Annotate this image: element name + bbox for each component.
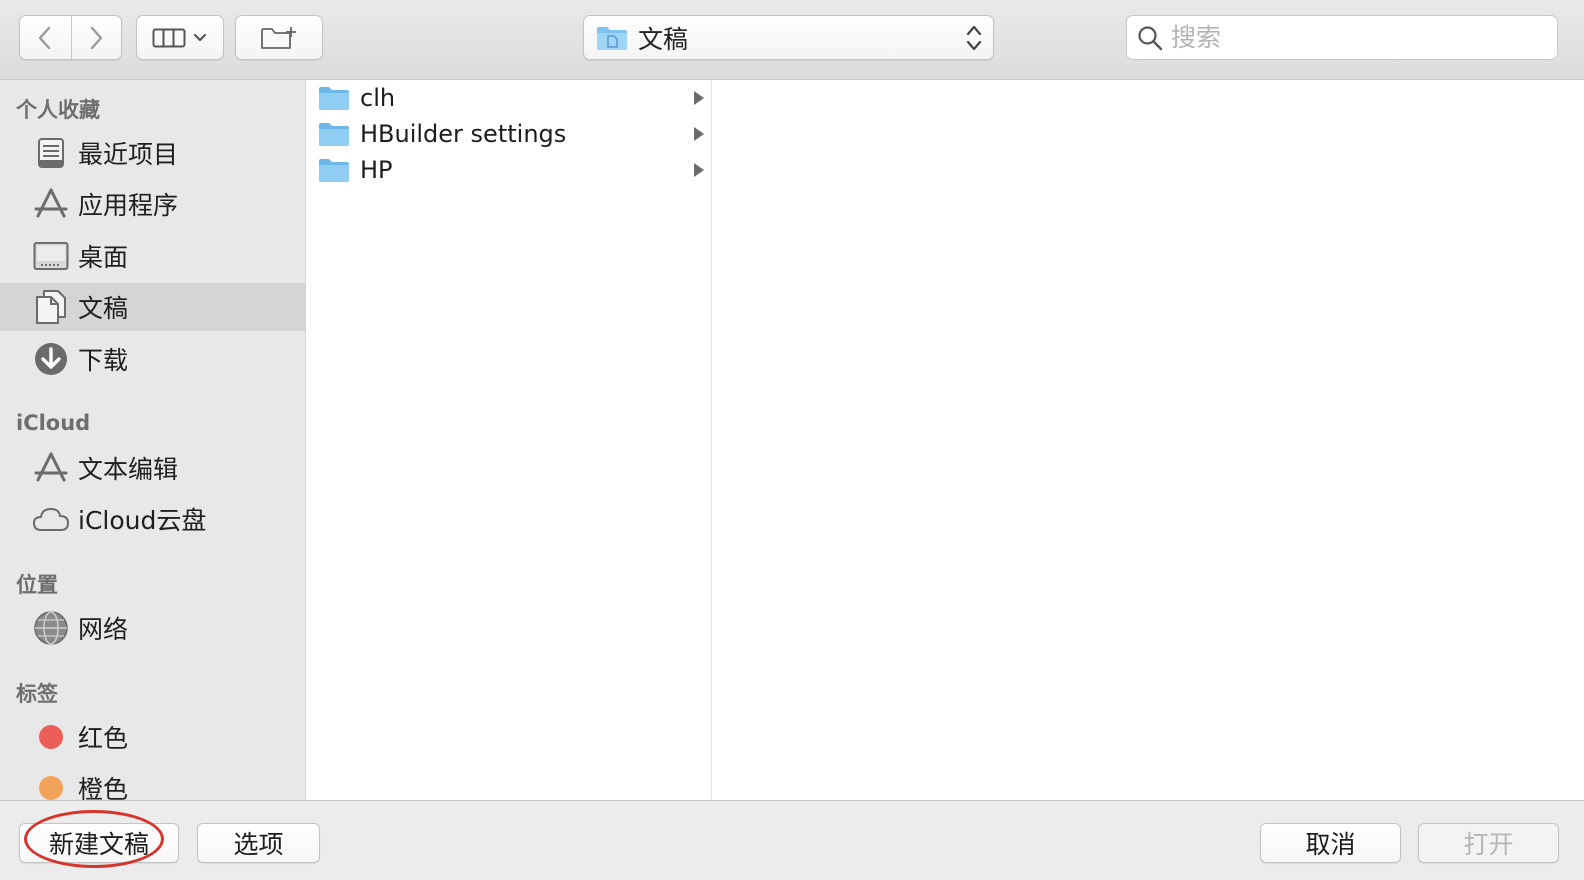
sidebar-item-tag-orange[interactable]: 橙色: [0, 764, 305, 800]
network-globe-icon: [32, 609, 70, 647]
bottom-bar: 新建文稿 选项 取消 打开: [0, 800, 1584, 880]
browser-column-1: clh HBuilder settings HP: [306, 80, 712, 800]
chevron-right-icon: [91, 26, 103, 49]
tag-dot-icon: [32, 769, 70, 800]
folder-icon: [319, 159, 349, 182]
sidebar-item-icloud-drive[interactable]: iCloud云盘: [0, 495, 305, 543]
sidebar-item-label: 应用程序: [78, 191, 179, 220]
file-row-folder[interactable]: clh: [306, 80, 712, 116]
disclosure-arrow-icon: [694, 127, 704, 141]
folder-icon: [319, 87, 349, 110]
sidebar-item-label: 网络: [78, 615, 129, 644]
path-label: 文稿: [638, 24, 689, 54]
downloads-icon: [32, 340, 70, 378]
open-button[interactable]: 打开: [1418, 823, 1559, 863]
sidebar-item-applications[interactable]: 应用程序: [0, 180, 305, 228]
nav-button-group: [19, 15, 122, 60]
desktop-icon: [32, 237, 70, 275]
applications-icon: [32, 185, 70, 223]
sidebar-item-label: 红色: [78, 724, 129, 753]
browser-column-2[interactable]: [712, 80, 1584, 800]
search-icon: [1138, 25, 1163, 50]
options-button[interactable]: 选项: [197, 823, 320, 863]
search-input[interactable]: [1171, 23, 1531, 52]
sidebar-item-label: iCloud云盘: [78, 506, 207, 535]
new-document-button[interactable]: 新建文稿: [19, 823, 179, 863]
cancel-button[interactable]: 取消: [1260, 823, 1401, 863]
disclosure-arrow-icon: [694, 91, 704, 105]
folder-documents-icon: [597, 26, 627, 50]
updown-arrows-icon: [966, 25, 982, 51]
sidebar-item-label: 文稿: [78, 294, 129, 323]
chevron-left-icon: [39, 26, 51, 49]
sidebar-section-tags: 标签: [16, 682, 58, 706]
file-name: HP: [360, 156, 393, 184]
file-name: clh: [360, 84, 396, 112]
folder-icon: [319, 123, 349, 146]
file-name: HBuilder settings: [360, 120, 567, 148]
column-view-icon: [152, 28, 186, 47]
sidebar-item-label: 最近项目: [78, 140, 179, 169]
sidebar-item-tag-red[interactable]: 红色: [0, 713, 305, 761]
tag-dot-icon: [32, 718, 70, 756]
sidebar-item-textedit[interactable]: 文本编辑: [0, 444, 305, 492]
sidebar-item-label: 桌面: [78, 243, 129, 272]
new-folder-icon: [261, 26, 296, 49]
sidebar-item-recents[interactable]: 最近项目: [0, 129, 305, 177]
sidebar-item-label: 下载: [78, 346, 129, 375]
recents-icon: [32, 134, 70, 172]
path-popup-button[interactable]: 文稿: [583, 15, 994, 60]
forward-button[interactable]: [70, 16, 122, 59]
search-field[interactable]: [1126, 15, 1558, 60]
applications-icon: [32, 449, 70, 487]
toolbar: 文稿: [0, 0, 1584, 80]
sidebar-item-desktop[interactable]: 桌面: [0, 232, 305, 280]
file-row-folder[interactable]: HP: [306, 152, 712, 188]
sidebar-item-downloads[interactable]: 下载: [0, 335, 305, 383]
sidebar-section-favorites: 个人收藏: [16, 98, 100, 122]
sidebar-item-network[interactable]: 网络: [0, 604, 305, 652]
back-button[interactable]: [20, 16, 71, 59]
documents-icon: [32, 288, 70, 326]
file-row-folder[interactable]: HBuilder settings: [306, 116, 712, 152]
sidebar-item-label: 橙色: [78, 775, 129, 800]
sidebar-section-locations: 位置: [16, 573, 58, 597]
sidebar: 个人收藏 最近项目 应用程序 桌面 文稿 下载 iCloud 文本编辑 iClo…: [0, 80, 306, 800]
chevron-down-icon: [193, 33, 207, 41]
view-mode-button[interactable]: [136, 15, 224, 60]
disclosure-arrow-icon: [694, 163, 704, 177]
sidebar-item-documents[interactable]: 文稿: [0, 283, 305, 331]
new-folder-button[interactable]: [235, 15, 323, 60]
cloud-icon: [32, 500, 70, 538]
sidebar-item-label: 文本编辑: [78, 455, 179, 484]
sidebar-section-icloud: iCloud: [16, 411, 91, 435]
